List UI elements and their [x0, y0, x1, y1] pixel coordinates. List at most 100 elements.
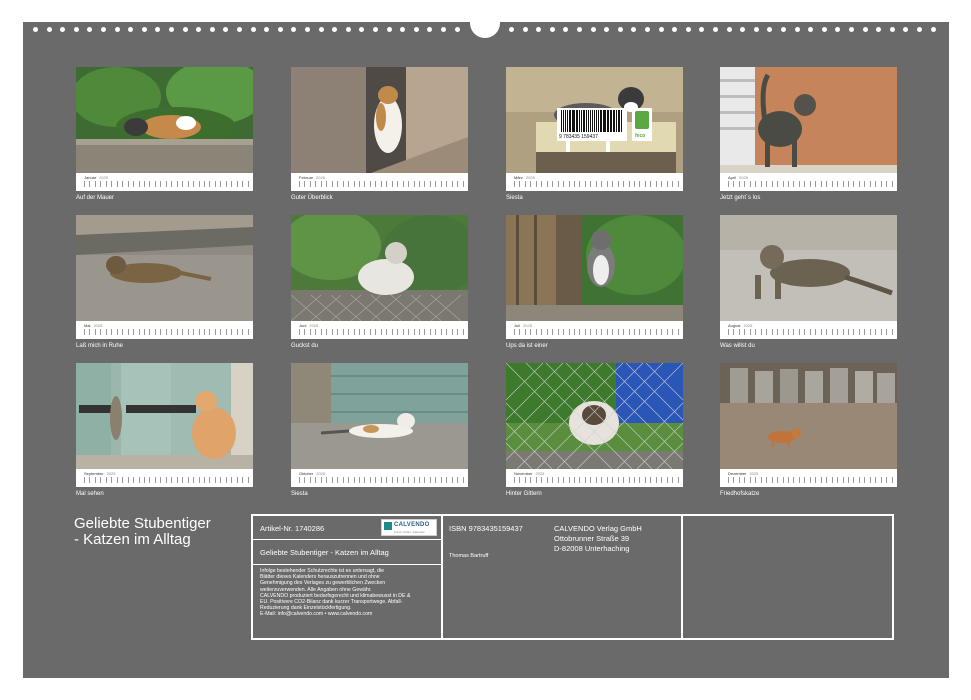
binding-hole: [631, 27, 637, 32]
day-tick: [782, 329, 784, 335]
day-tick: [869, 329, 871, 335]
day-tick: [650, 181, 652, 187]
day-tick: [236, 329, 238, 335]
day-tick: [744, 477, 746, 483]
day-tick: [880, 329, 882, 335]
day-tick: [777, 477, 779, 483]
day-tick: [847, 181, 849, 187]
divider: [681, 516, 683, 638]
month-calendar-strip: März 2025: [506, 173, 683, 191]
day-tick: [891, 329, 893, 335]
binding-hole: [128, 27, 134, 32]
binding-hole: [413, 27, 419, 32]
day-tick: [429, 181, 431, 187]
day-tick: [105, 181, 107, 187]
month-calendar-strip: Juli 2025: [506, 321, 683, 339]
day-tick: [760, 181, 762, 187]
binding-hole: [753, 27, 759, 32]
day-tick: [650, 329, 652, 335]
day-tick: [847, 477, 849, 483]
barcode-bar: [596, 110, 597, 132]
day-tick: [837, 181, 839, 187]
month-calendar-strip: November 2025: [506, 469, 683, 487]
day-tick: [672, 329, 674, 335]
barcode-bar: [606, 110, 608, 132]
day-tick: [160, 181, 162, 187]
day-tick: [198, 477, 200, 483]
day-tick: [331, 329, 333, 335]
day-tick: [782, 181, 784, 187]
binding-hole: [441, 27, 446, 32]
binding-hole: [250, 27, 256, 32]
binding-hole: [277, 27, 283, 32]
day-tick: [309, 477, 311, 483]
photo-cat-behind-wire-fence: [506, 363, 683, 469]
day-tick: [639, 329, 641, 335]
day-tick: [820, 477, 822, 483]
day-tick: [612, 181, 614, 187]
day-tick: [733, 181, 735, 187]
day-tick: [320, 181, 322, 187]
binding-hole: [141, 27, 147, 32]
barcode-bar: [581, 110, 583, 132]
barcode-bar: [586, 110, 587, 132]
day-tick: [755, 181, 757, 187]
day-tick: [462, 477, 464, 483]
day-tick: [623, 329, 625, 335]
day-tick: [116, 329, 118, 335]
day-tick: [193, 181, 195, 187]
day-tick: [661, 329, 663, 335]
day-tick: [364, 329, 366, 335]
day-tick: [171, 181, 173, 187]
day-tick: [364, 181, 366, 187]
day-tick: [100, 329, 102, 335]
day-tick: [348, 181, 350, 187]
photo-caption: Guter Überblick: [291, 195, 333, 201]
binding-hole: [699, 27, 705, 32]
day-tick: [728, 329, 729, 335]
barcode-number: 9 783435 159437: [559, 134, 598, 140]
binding-hole: [427, 27, 433, 32]
day-tick: [595, 477, 597, 483]
day-tick: [304, 181, 306, 187]
day-tick: [391, 329, 393, 335]
day-tick: [418, 329, 420, 335]
day-tick: [815, 329, 817, 335]
day-tick: [650, 477, 652, 483]
day-tick: [353, 181, 355, 187]
binding-hole: [46, 27, 52, 32]
binding-hole: [767, 27, 773, 32]
day-tick: [429, 477, 431, 483]
day-tick: [236, 181, 238, 187]
day-tick: [760, 329, 762, 335]
photo-cat-sleeping-on-pavement: [291, 363, 468, 469]
binding-hole: [740, 27, 746, 32]
month-name: März: [514, 175, 523, 180]
binding-hole: [169, 27, 174, 32]
day-grid: [84, 477, 249, 484]
day-tick: [886, 181, 888, 187]
day-tick: [116, 181, 118, 187]
day-tick: [787, 181, 789, 187]
day-tick: [644, 329, 646, 335]
day-tick: [864, 477, 866, 483]
day-tick: [122, 477, 124, 483]
binding-hole: [60, 27, 66, 32]
binding-hole: [604, 27, 610, 32]
day-tick: [84, 477, 85, 483]
day-tick: [380, 477, 382, 483]
day-tick: [413, 329, 415, 335]
day-tick: [375, 181, 377, 187]
binding-hole: [182, 27, 188, 32]
divider: [441, 516, 443, 638]
photo-cat-in-window: [291, 67, 468, 173]
day-tick: [744, 181, 746, 187]
day-tick: [165, 329, 167, 335]
month-name: April: [728, 175, 737, 180]
day-tick: [225, 477, 227, 483]
day-tick: [462, 329, 464, 335]
day-tick: [880, 477, 882, 483]
month-calendar-strip: September 2025: [76, 469, 253, 487]
day-tick: [644, 181, 646, 187]
month-year: 2025: [535, 471, 545, 476]
